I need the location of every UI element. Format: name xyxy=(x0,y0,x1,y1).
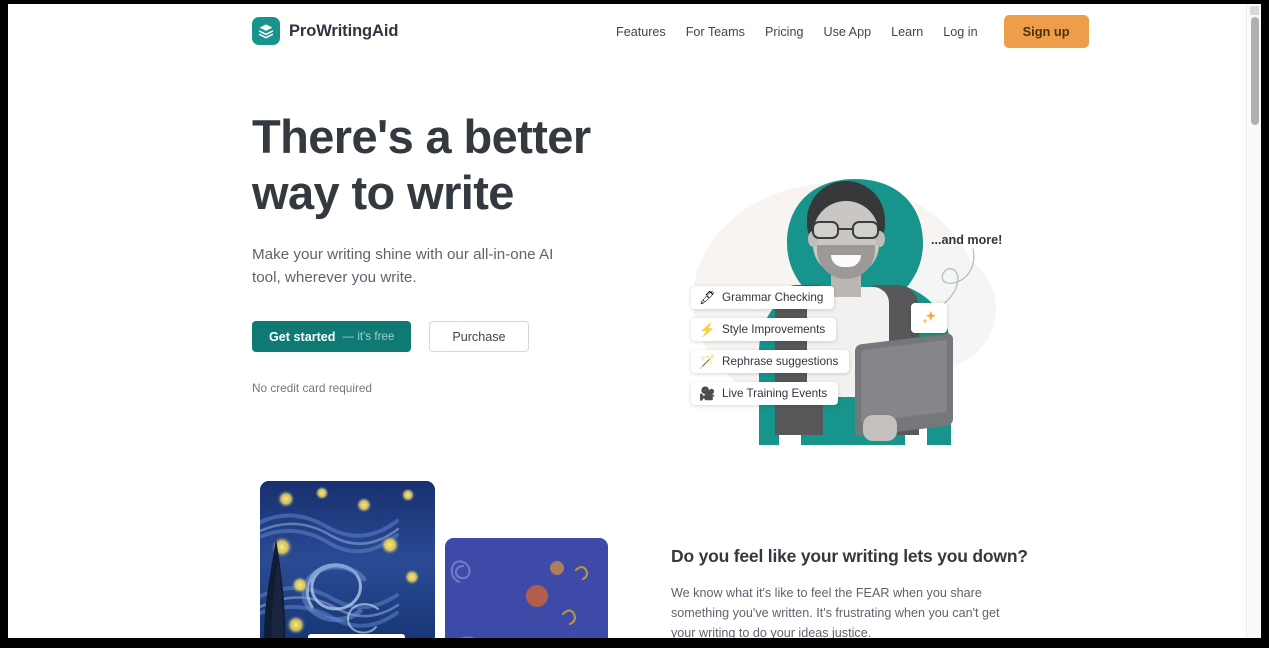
prowritingaid-logo-icon xyxy=(252,17,280,45)
hand xyxy=(863,415,897,441)
page-viewport: ProWritingAid Features For Teams Pricing… xyxy=(8,4,1261,638)
image-caption: My idea in my head xyxy=(308,634,406,638)
hero-section: There's a better way to write Make your … xyxy=(8,60,1246,480)
feature-chip-style-improvements: ⚡ Style Improvements xyxy=(691,318,837,341)
get-started-note: — it's free xyxy=(342,330,395,343)
section2-body: We know what it's like to feel the FEAR … xyxy=(671,586,1000,638)
main-navigation: Features For Teams Pricing Use App Learn… xyxy=(606,15,1089,48)
scrollbar-up-button[interactable] xyxy=(1250,6,1259,15)
nav-link-learn[interactable]: Learn xyxy=(881,16,933,48)
feature-chip-live-training-events: 🎥 Live Training Events xyxy=(691,382,839,405)
starry-night-image: My idea in my head xyxy=(260,481,435,638)
nav-link-features[interactable]: Features xyxy=(606,16,676,48)
vertical-scrollbar[interactable] xyxy=(1246,4,1261,638)
feature-chip-label: Grammar Checking xyxy=(722,291,824,304)
feature-chip-label: Live Training Events xyxy=(722,387,828,400)
glasses-lens-right xyxy=(852,221,879,239)
section2-copy: Do you feel like your writing lets you d… xyxy=(671,546,1028,638)
section2-title: Do you feel like your writing lets you d… xyxy=(671,546,1028,566)
hero-title-line-1: There's a better xyxy=(252,110,591,163)
nav-link-for-teams[interactable]: For Teams xyxy=(676,16,755,48)
no-credit-card-note: No credit card required xyxy=(252,381,372,395)
scrollbar-thumb[interactable] xyxy=(1250,17,1259,125)
glasses-lens-left xyxy=(812,221,839,239)
feature-chip-label: Style Improvements xyxy=(722,323,826,336)
nav-link-pricing[interactable]: Pricing xyxy=(755,16,814,48)
sparkles-icon xyxy=(911,303,947,333)
hero-illustration: ...and more! 🖋 Grammar Checking ⚡ Style … xyxy=(663,155,1023,455)
glasses-bridge xyxy=(839,228,852,231)
hero-title-line-2: way to write xyxy=(252,166,514,219)
hero-cta-group: Get started — it's free Purchase xyxy=(252,321,652,352)
plain-idea-image xyxy=(445,538,608,638)
feather-pen-icon: 🖋 xyxy=(699,290,716,305)
feature-chip-grammar-checking: 🖋 Grammar Checking xyxy=(691,286,835,309)
brand-name: ProWritingAid xyxy=(289,21,399,40)
page-content: ProWritingAid Features For Teams Pricing… xyxy=(8,4,1246,638)
magic-wand-icon: 🪄 xyxy=(699,354,716,369)
feature-chip-list: 🖋 Grammar Checking ⚡ Style Improvements … xyxy=(691,286,850,405)
get-started-button[interactable]: Get started — it's free xyxy=(252,321,412,352)
video-camera-icon: 🎥 xyxy=(699,386,716,401)
page-title: There's a better way to write xyxy=(252,109,652,221)
hero-subtitle: Make your writing shine with our all-in-… xyxy=(252,246,554,286)
nav-link-log-in[interactable]: Log in xyxy=(933,16,987,48)
comparison-images: My idea in my head xyxy=(260,481,608,638)
browser-frame: ProWritingAid Features For Teams Pricing… xyxy=(0,0,1269,648)
hero-copy: There's a better way to write Make your … xyxy=(252,109,652,395)
nav-link-use-app[interactable]: Use App xyxy=(813,16,881,48)
feature-chip-label: Rephrase suggestions xyxy=(722,355,839,368)
sign-up-button[interactable]: Sign up xyxy=(1003,15,1089,48)
lightning-bolt-icon: ⚡ xyxy=(699,322,716,337)
writing-lets-you-down-section: My idea in my head Do you feel like your… xyxy=(8,480,1246,638)
get-started-label: Get started xyxy=(269,329,336,344)
feature-chip-rephrase-suggestions: 🪄 Rephrase suggestions xyxy=(691,350,850,373)
glasses-icon xyxy=(811,221,881,239)
laptop-screen xyxy=(861,339,947,423)
brand-logo[interactable]: ProWritingAid xyxy=(252,17,398,45)
and-more-callout: ...and more! xyxy=(931,233,1003,247)
site-header: ProWritingAid Features For Teams Pricing… xyxy=(8,4,1246,60)
purchase-button[interactable]: Purchase xyxy=(429,321,529,352)
